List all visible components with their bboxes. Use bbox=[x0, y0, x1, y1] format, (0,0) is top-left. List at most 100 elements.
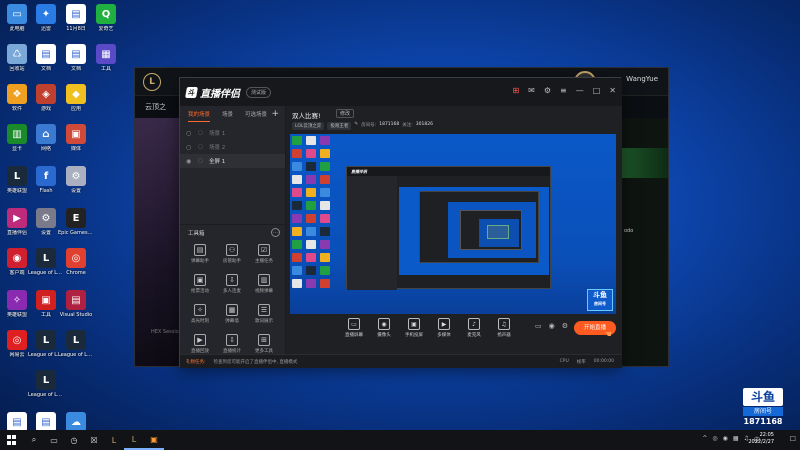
desktop-icon[interactable]: ▥ 显卡 bbox=[1, 124, 33, 162]
desktop-icon[interactable]: Q 爱奇艺 bbox=[90, 4, 122, 42]
desktop-icon[interactable]: LLeague of Legends bbox=[28, 330, 64, 368]
desktop-icon[interactable]: ◎ Chrome bbox=[60, 248, 92, 286]
desktop-icon[interactable]: ⚙ 设置 bbox=[60, 166, 92, 204]
settings-icon[interactable]: ⚙ bbox=[544, 86, 551, 96]
status-task-label[interactable]: 礼物任务: bbox=[186, 359, 206, 365]
source-control[interactable]: ▣ 手机投屏 bbox=[404, 318, 424, 338]
notification-icon[interactable]: ☐ bbox=[790, 435, 796, 443]
desktop-icon[interactable]: ▤文档 bbox=[60, 44, 92, 82]
desktop-icon[interactable]: f Flash bbox=[30, 166, 62, 204]
desktop-icon[interactable]: ⚙ 设置 bbox=[30, 208, 62, 246]
source-control[interactable]: ▶ 多媒体 bbox=[434, 318, 454, 338]
task-view-icon[interactable]: ▭ bbox=[44, 430, 64, 450]
scene-tab[interactable]: 可选场景 bbox=[245, 110, 267, 122]
add-scene-icon[interactable]: + bbox=[271, 109, 279, 119]
message-icon[interactable]: ✉ bbox=[528, 86, 535, 96]
lock-icon[interactable]: ▢ bbox=[198, 130, 206, 136]
desktop-icon[interactable]: LLeague of Legends bbox=[58, 330, 94, 368]
tool-button[interactable]: ▣ 抢票活动 bbox=[184, 274, 216, 298]
desktop-icon[interactable]: E Epic Games Launcher bbox=[58, 208, 94, 246]
scene-tab[interactable]: 我的场景 bbox=[188, 110, 211, 122]
close-icon[interactable]: ✕ bbox=[609, 86, 616, 96]
taskbar-clock[interactable]: 22:05 2022/2/27 bbox=[748, 432, 774, 446]
scene-item[interactable]: ○ ▢ 场景 2 bbox=[180, 140, 285, 154]
eye-icon[interactable]: ○ bbox=[186, 130, 194, 137]
desktop-icon-glyph: ⌂ bbox=[36, 124, 56, 144]
source-control[interactable]: ▭ 直播屏幕 bbox=[344, 318, 364, 338]
gear-icon[interactable]: ⚙ bbox=[562, 322, 568, 330]
desktop-icon[interactable]: ▭ 此电脑 bbox=[1, 4, 33, 42]
tool-button[interactable]: ▤ 弹幕助手 bbox=[184, 244, 216, 268]
tray-app-icon[interactable]: ◎ bbox=[712, 435, 717, 444]
desktop-icon[interactable]: ▣ 工具 bbox=[30, 290, 62, 328]
tool-button[interactable]: ⇩ 多人连麦 bbox=[216, 274, 248, 298]
tool-button[interactable]: ⚇ 房管助手 bbox=[216, 244, 248, 268]
clock-app-icon[interactable]: ◷ bbox=[64, 430, 84, 450]
stream-app-taskbar-icon[interactable]: ▣ bbox=[144, 430, 164, 450]
source-control[interactable]: ◉ 摄像头 bbox=[374, 318, 394, 338]
desktop-icon[interactable]: ⌂ 网络 bbox=[30, 124, 62, 162]
tool-button[interactable]: ☰ 歌词展示 bbox=[248, 304, 280, 328]
tool-button[interactable]: ▦ 弹幕墙 bbox=[216, 304, 248, 328]
desktop-icon[interactable]: ◈ 游戏 bbox=[30, 84, 62, 122]
preview-desktop-icon bbox=[292, 188, 302, 197]
scene-item[interactable]: ◉ ▢ 全屏 1 bbox=[180, 154, 285, 168]
desktop-icon[interactable]: ▣ 媒体 bbox=[60, 124, 92, 162]
preview-desktop-icon bbox=[292, 175, 302, 184]
stream-preview[interactable]: 直播伴侣 斗鱼 房间号 bbox=[290, 134, 616, 314]
eye-icon[interactable]: ◉ bbox=[186, 158, 194, 165]
menu-icon[interactable]: ≡ bbox=[560, 86, 567, 96]
friend-entry[interactable]: odo bbox=[624, 228, 633, 234]
lock-icon[interactable]: ▢ bbox=[198, 144, 206, 150]
gift-icon[interactable]: ⊞ bbox=[512, 86, 519, 96]
desktop-icon[interactable]: ◆ 应用 bbox=[60, 84, 92, 122]
desktop-icon[interactable]: LLeague of Legends bbox=[28, 370, 64, 408]
app-logo-icon: 斗 bbox=[185, 86, 198, 98]
tray-app-icon-2[interactable]: ◉ bbox=[723, 435, 728, 444]
tool-button[interactable]: ▥ 视频弹幕 bbox=[248, 274, 280, 298]
record-icon[interactable]: ▭ bbox=[535, 322, 542, 330]
desktop-icon[interactable]: ▤ Visual Studio bbox=[60, 290, 92, 328]
desktop-icon[interactable]: ♺ 回收站 bbox=[1, 44, 33, 82]
desktop-icon[interactable]: ▶ 直播伴侣 bbox=[1, 208, 33, 246]
search-icon[interactable]: ⌕ bbox=[24, 430, 44, 450]
lock-icon[interactable]: ▢ bbox=[198, 158, 206, 164]
minimize-icon[interactable]: — bbox=[576, 86, 584, 96]
start-button[interactable] bbox=[0, 430, 24, 450]
desktop-icon[interactable]: ❖ 软件 bbox=[1, 84, 33, 122]
desktop-icon[interactable]: ▤ 11月8日 bbox=[60, 4, 92, 42]
desktop-icon[interactable]: ◉ 客户端 bbox=[1, 248, 33, 286]
status-message: 检查到您可能开启了直播伴侣中, 直播模式 bbox=[213, 359, 298, 365]
league-client-taskbar-icon[interactable]: L bbox=[124, 430, 144, 450]
desktop-icon-label: Epic Games Launcher bbox=[58, 230, 94, 236]
desktop-icon[interactable]: ◎ 网易云 bbox=[1, 330, 33, 368]
more-icon[interactable]: … bbox=[271, 228, 280, 237]
preview-desktop-icon bbox=[306, 279, 316, 288]
desktop-icon[interactable]: LLeague of Legends bbox=[28, 248, 64, 286]
game-taskbar-icon[interactable]: ☒ bbox=[84, 430, 104, 450]
source-control[interactable]: ♫ 扬声器 bbox=[494, 318, 514, 338]
maximize-icon[interactable]: □ bbox=[593, 86, 601, 96]
desktop-icon-glyph: ▤ bbox=[66, 44, 86, 64]
stream-app-window[interactable]: 斗 直播伴侣 测试版 ⊞ ✉ ⚙ ≡ — □ ✕ 我的场景 场景 可选场景 + ○ ▢… bbox=[179, 77, 622, 368]
eye-icon[interactable]: ◉ bbox=[549, 322, 555, 330]
tool-button[interactable]: ☑ 主播任务 bbox=[248, 244, 280, 268]
network-icon[interactable]: ▦ bbox=[733, 435, 739, 444]
scene-item[interactable]: ○ ▢ 场景 1 bbox=[180, 126, 285, 140]
scene-tab[interactable]: 场景 bbox=[222, 110, 233, 122]
edit-icon[interactable]: ✎ bbox=[354, 122, 358, 130]
source-control[interactable]: ♪ 麦克风 bbox=[464, 318, 484, 338]
tool-button[interactable]: ✧ 高光时刻 bbox=[184, 304, 216, 328]
desktop-icon[interactable]: ▤文档 bbox=[30, 44, 62, 82]
tray-overflow-icon[interactable]: ^ bbox=[702, 435, 707, 444]
edit-title-button[interactable]: 修改 bbox=[336, 109, 355, 118]
eye-icon[interactable]: ○ bbox=[186, 144, 194, 151]
desktop-icon[interactable]: L 英雄联盟 bbox=[1, 166, 33, 204]
desktop-icon[interactable]: ✦ 迅雷 bbox=[30, 4, 62, 42]
category-tag[interactable]: LOL云顶之弈 bbox=[292, 122, 325, 130]
desktop-icon[interactable]: ✧ 英雄联盟 bbox=[1, 290, 33, 328]
version-badge[interactable]: 测试版 bbox=[246, 86, 272, 98]
league-taskbar-icon[interactable]: L bbox=[104, 430, 124, 450]
subcategory-tag[interactable]: 极限王者 bbox=[327, 122, 352, 130]
desktop-icon[interactable]: ▦ 工具 bbox=[90, 44, 122, 82]
